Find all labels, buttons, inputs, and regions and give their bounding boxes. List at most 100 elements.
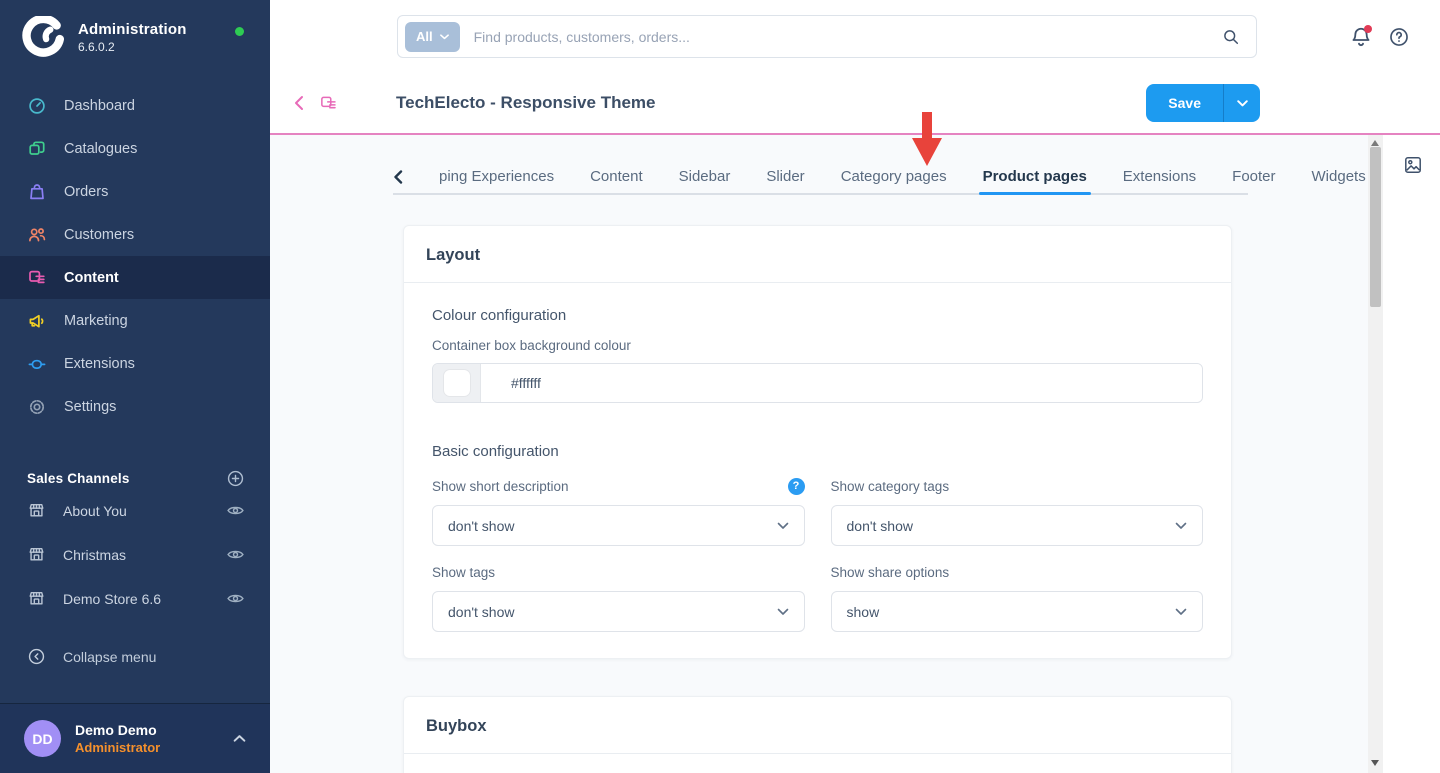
select-value: don't show: [448, 518, 515, 534]
sidebar-item-label: Extensions: [64, 356, 135, 372]
colour-swatch: [444, 370, 470, 396]
buybox-card-header: Buybox: [404, 697, 1231, 754]
scrollbar-thumb[interactable]: [1370, 147, 1381, 307]
tab-sidebar[interactable]: Sidebar: [679, 160, 731, 193]
chevron-left-circle-icon: [27, 647, 46, 666]
tab-footer[interactable]: Footer: [1232, 160, 1275, 193]
search-icon[interactable]: [1222, 28, 1240, 46]
sidebar-item-label: Settings: [64, 399, 116, 415]
chevron-down-icon: [777, 522, 789, 530]
sidebar-channel-about-you[interactable]: About You: [0, 489, 270, 532]
notifications-button[interactable]: [1349, 25, 1373, 49]
content-wrap: ping Experiences Content Sidebar Slider …: [270, 135, 1440, 773]
chevron-down-icon: [1175, 522, 1187, 530]
user-name: Demo Demo: [75, 722, 233, 738]
search-scope-button[interactable]: All: [405, 22, 460, 52]
colour-value-input[interactable]: [481, 364, 1202, 402]
sales-channels-title: Sales Channels: [27, 471, 130, 486]
select-value: show: [847, 604, 880, 620]
image-manager-icon[interactable]: [1403, 155, 1423, 175]
app-version: 6.6.0.2: [78, 40, 187, 54]
buybox-card: Buybox: [403, 696, 1232, 773]
colour-swatch-button[interactable]: [433, 364, 481, 402]
sidebar-header: Administration 6.6.0.2: [0, 0, 270, 72]
label-row: Show short description ?: [432, 476, 805, 496]
eye-icon[interactable]: [226, 501, 245, 520]
sidebar-item-label: Marketing: [64, 313, 128, 329]
page-header: TechElecto - Responsive Theme Save: [270, 73, 1440, 135]
theme-content-icon[interactable]: [319, 94, 338, 113]
sidebar-item-marketing[interactable]: Marketing: [0, 299, 270, 342]
plug-icon: [27, 354, 47, 374]
tab-product-pages[interactable]: Product pages: [983, 160, 1087, 193]
megaphone-icon: [27, 311, 47, 331]
collapse-menu-button[interactable]: Collapse menu: [0, 635, 270, 678]
sidebar-item-settings[interactable]: Settings: [0, 385, 270, 428]
add-channel-icon[interactable]: [226, 469, 245, 488]
tab-slider[interactable]: Slider: [766, 160, 804, 193]
show-short-description-select[interactable]: don't show: [432, 505, 805, 546]
search-scope-label: All: [416, 29, 433, 44]
search-input[interactable]: [474, 29, 1222, 45]
show-tags-select[interactable]: don't show: [432, 591, 805, 632]
vertical-scrollbar[interactable]: [1368, 135, 1383, 773]
storefront-icon: [27, 501, 46, 520]
field-show-category-tags: Show category tags don't show: [831, 460, 1204, 546]
tab-shopping-experiences[interactable]: ping Experiences: [439, 160, 554, 193]
chevron-down-icon: [777, 608, 789, 616]
tab-widgets[interactable]: Widgets: [1312, 160, 1366, 193]
save-options-button[interactable]: [1223, 84, 1260, 122]
content-scroll: ping Experiences Content Sidebar Slider …: [270, 135, 1368, 773]
tab-extensions[interactable]: Extensions: [1123, 160, 1196, 193]
shopping-bag-icon: [27, 182, 47, 202]
gear-icon: [27, 397, 47, 417]
scrollbar-up-arrow[interactable]: [1371, 140, 1379, 146]
sidebar-item-orders[interactable]: Orders: [0, 170, 270, 213]
colour-configuration-title: Colour configuration: [432, 307, 1203, 324]
select-value: don't show: [847, 518, 914, 534]
layout-card-header: Layout: [404, 226, 1231, 283]
help-icon[interactable]: [1388, 26, 1410, 48]
eye-icon[interactable]: [226, 589, 245, 608]
label-row: Show share options: [831, 562, 1204, 582]
users-icon: [27, 225, 47, 245]
container-box-colour-label: Container box background colour: [432, 338, 1203, 353]
save-button[interactable]: Save: [1146, 84, 1223, 122]
sidebar-item-content[interactable]: Content: [0, 256, 270, 299]
chevron-down-icon: [1237, 100, 1248, 107]
content-icon: [27, 268, 47, 288]
sidebar-channel-demo-store[interactable]: Demo Store 6.6: [0, 577, 270, 620]
show-category-tags-select[interactable]: don't show: [831, 505, 1204, 546]
config-row-2: Show tags don't show Show share options: [432, 546, 1203, 632]
sidebar-item-catalogues[interactable]: Catalogues: [0, 127, 270, 170]
avatar: DD: [24, 720, 61, 757]
app-title: Administration: [78, 21, 187, 38]
sidebar: Administration 6.6.0.2 Dashboard Catalog…: [0, 0, 270, 773]
channel-label: About You: [63, 503, 226, 519]
annotation-arrow: [912, 112, 942, 166]
back-chevron-icon[interactable]: [292, 95, 306, 111]
sidebar-item-extensions[interactable]: Extensions: [0, 342, 270, 385]
field-show-short-description: Show short description ? don't show: [432, 460, 805, 546]
sidebar-item-label: Orders: [64, 184, 108, 200]
global-search: All: [397, 15, 1257, 58]
notification-badge: [1364, 25, 1372, 33]
sidebar-item-dashboard[interactable]: Dashboard: [0, 84, 270, 127]
sidebar-item-label: Catalogues: [64, 141, 137, 157]
user-menu[interactable]: DD Demo Demo Administrator: [0, 703, 270, 773]
colour-picker-field: [432, 363, 1203, 403]
sidebar-item-label: Dashboard: [64, 98, 135, 114]
eye-icon[interactable]: [226, 545, 245, 564]
show-tags-label: Show tags: [432, 565, 495, 580]
tab-content[interactable]: Content: [590, 160, 643, 193]
tabs-scroll-left-button[interactable]: [393, 160, 403, 193]
scrollbar-down-arrow[interactable]: [1371, 760, 1379, 766]
help-tooltip-icon[interactable]: ?: [788, 478, 805, 495]
tabs-bar: ping Experiences Content Sidebar Slider …: [393, 160, 1248, 195]
show-share-options-select[interactable]: show: [831, 591, 1204, 632]
sidebar-item-customers[interactable]: Customers: [0, 213, 270, 256]
right-rail: [1383, 135, 1440, 773]
sidebar-channel-christmas[interactable]: Christmas: [0, 533, 270, 576]
layout-card: Layout Colour configuration Container bo…: [403, 225, 1232, 659]
field-show-tags: Show tags don't show: [432, 546, 805, 632]
